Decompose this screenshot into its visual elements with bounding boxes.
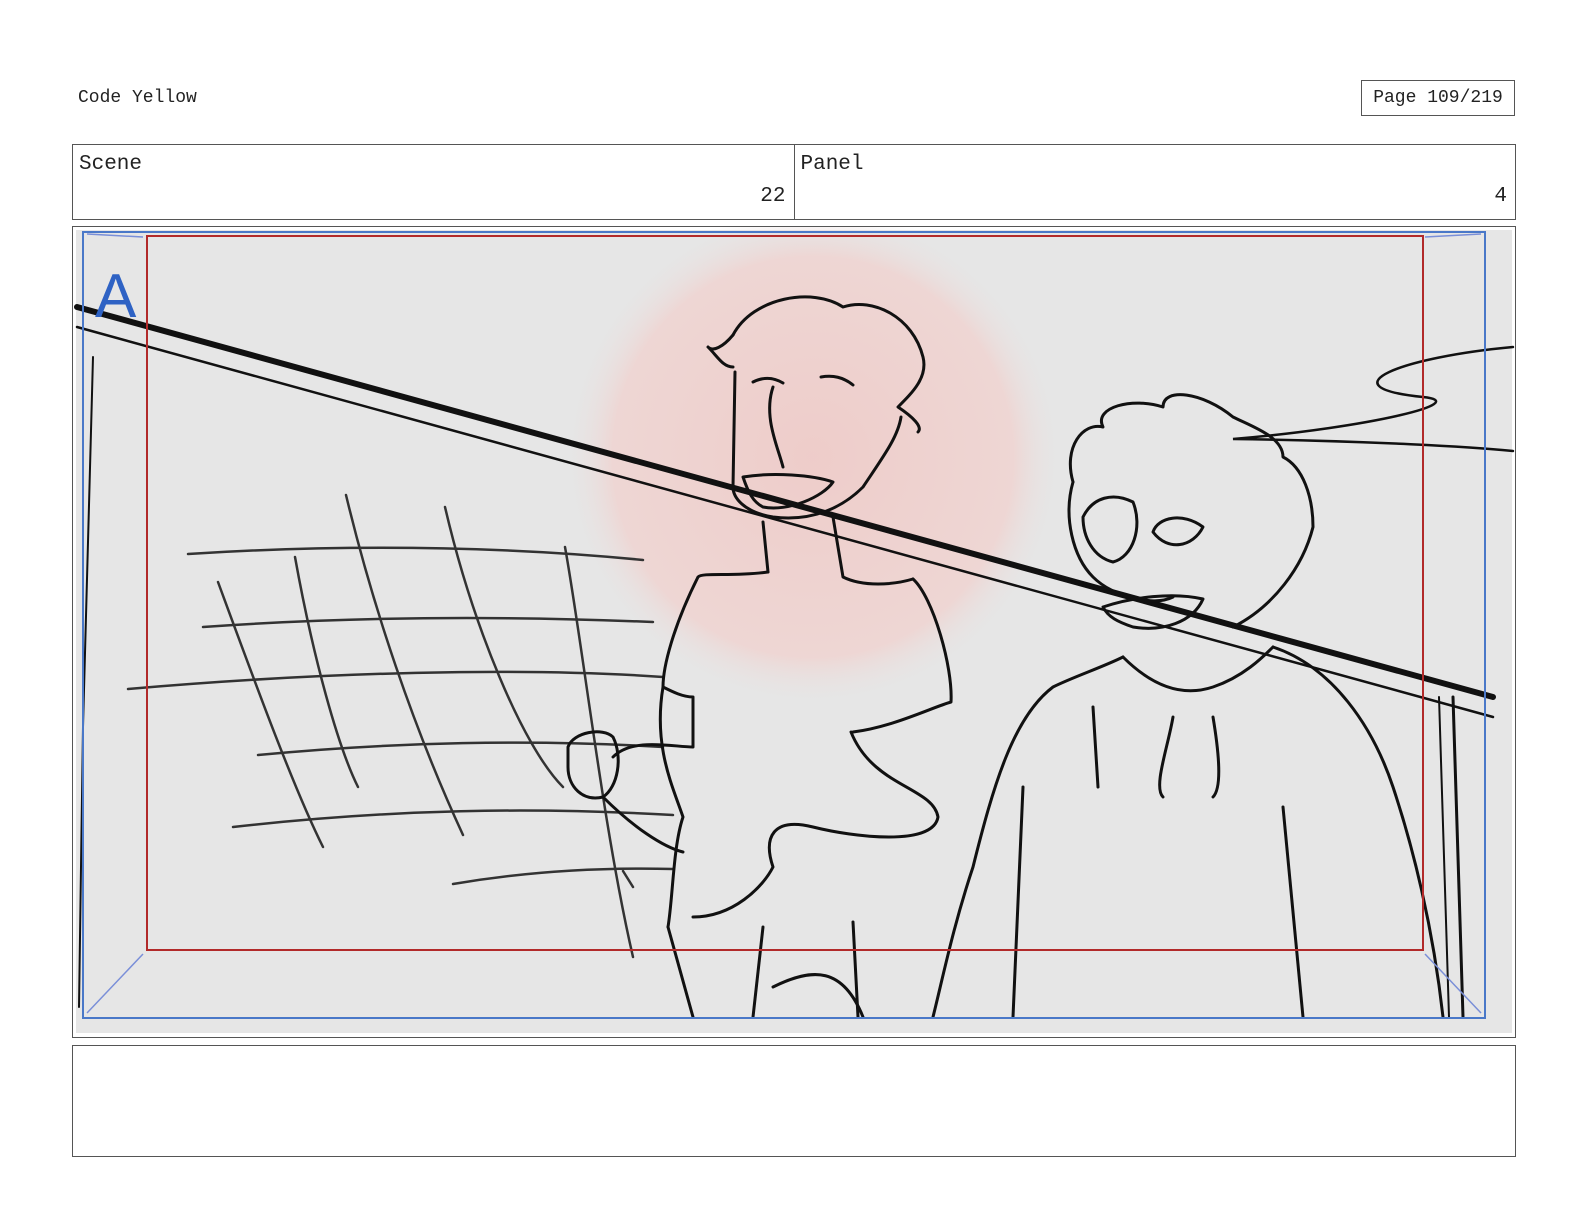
project-title: Code Yellow	[78, 88, 197, 108]
scene-cell: Scene 22	[73, 145, 794, 219]
panel-number: 4	[1494, 185, 1507, 208]
page-number-badge: Page 109/219	[1361, 80, 1515, 116]
scene-panel-info: Scene 22 Panel 4	[72, 144, 1516, 220]
panel-cell: Panel 4	[793, 145, 1516, 219]
scene-number: 22	[760, 185, 786, 208]
panel-label: Panel	[800, 153, 864, 176]
notes-box	[72, 1045, 1516, 1157]
scene-label: Scene	[79, 153, 143, 176]
frame-letter-marker: A	[95, 262, 137, 331]
storyboard-sketch: A	[74, 227, 1515, 1033]
storyboard-frame: A	[72, 226, 1516, 1038]
background-glow	[563, 227, 1063, 707]
